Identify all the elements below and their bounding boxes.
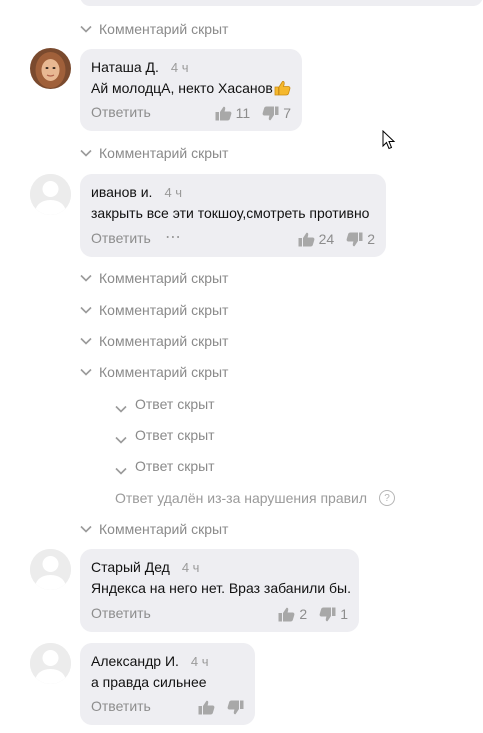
hidden-comment-toggle[interactable]: Комментарий скрыт bbox=[80, 332, 228, 350]
dislike-count: 2 bbox=[367, 231, 375, 247]
thumbs-up-emoji-icon bbox=[274, 81, 291, 96]
chevron-down-icon bbox=[115, 400, 127, 413]
reply-button[interactable]: Ответить bbox=[91, 104, 151, 120]
like-button[interactable] bbox=[198, 700, 215, 715]
thumbs-down-icon bbox=[262, 106, 279, 120]
like-count: 11 bbox=[235, 105, 251, 121]
hidden-comment-label: Комментарий скрыт bbox=[99, 270, 229, 286]
dislike-button[interactable] bbox=[227, 700, 244, 715]
hidden-reply-label: Ответ скрыт bbox=[135, 427, 215, 443]
more-options-icon[interactable]: ⋯ bbox=[165, 227, 182, 247]
avatar[interactable] bbox=[30, 643, 71, 684]
thumbs-up-icon bbox=[278, 607, 295, 621]
chevron-down-icon bbox=[80, 149, 92, 157]
dislike-count: 7 bbox=[283, 105, 291, 121]
previous-comment-bubble bbox=[80, 0, 483, 6]
comment-bubble: иванов и. 4 ч закрыть все эти токшоу,смо… bbox=[80, 174, 386, 257]
chevron-down-icon bbox=[80, 337, 92, 345]
chevron-down-icon bbox=[80, 368, 92, 376]
hidden-comment-toggle[interactable]: Комментарий скрыт bbox=[80, 20, 228, 38]
chevron-down-icon bbox=[115, 431, 127, 444]
comment-time: 4 ч bbox=[164, 185, 183, 200]
thumbs-up-icon bbox=[198, 700, 215, 715]
thumbs-down-icon bbox=[227, 700, 244, 715]
hidden-comment-label: Комментарий скрыт bbox=[99, 21, 229, 37]
vote-controls bbox=[198, 700, 244, 715]
hidden-comment-label: Комментарий скрыт bbox=[99, 333, 229, 349]
avatar[interactable] bbox=[30, 174, 71, 215]
hidden-comment-label: Комментарий скрыт bbox=[99, 521, 229, 537]
comment-author[interactable]: Старый Дед bbox=[91, 559, 170, 575]
dislike-button[interactable]: 1 bbox=[319, 606, 348, 622]
deleted-reply-label: Ответ удалён из-за нарушения правил bbox=[115, 490, 368, 506]
like-button[interactable]: 2 bbox=[278, 606, 307, 622]
default-avatar-icon bbox=[30, 643, 71, 684]
vote-controls: 11 7 bbox=[215, 105, 291, 121]
reply-button[interactable]: Ответить bbox=[91, 698, 151, 714]
comment-time: 4 ч bbox=[181, 560, 200, 575]
help-icon[interactable]: ? bbox=[379, 490, 396, 506]
comment-text: закрыть все эти токшоу,смотреть противно bbox=[91, 205, 370, 221]
hidden-reply-toggle[interactable]: Ответ скрыт bbox=[115, 426, 215, 444]
thumbs-down-icon bbox=[346, 232, 363, 246]
hidden-comment-toggle[interactable]: Комментарий скрыт bbox=[80, 301, 228, 319]
hidden-reply-toggle[interactable]: Ответ скрыт bbox=[115, 395, 215, 413]
hidden-comment-label: Комментарий скрыт bbox=[99, 364, 229, 380]
comment-text: Ай молодцА, некто Хасанов bbox=[91, 80, 291, 96]
deleted-reply-notice: Ответ удалён из-за нарушения правил ? bbox=[115, 489, 396, 507]
comment-text: а правда сильнее bbox=[91, 674, 207, 690]
comment-text: Яндекса на него нет. Враз забанили бы. bbox=[91, 580, 351, 596]
hidden-comment-label: Комментарий скрыт bbox=[99, 145, 229, 161]
like-button[interactable]: 11 bbox=[215, 105, 251, 121]
reply-button[interactable]: Ответить bbox=[91, 605, 151, 621]
comment-time: 4 ч bbox=[190, 654, 209, 669]
comment-author[interactable]: Александр И. bbox=[91, 653, 179, 669]
hidden-comment-toggle[interactable]: Комментарий скрыт bbox=[80, 144, 228, 162]
hidden-comment-toggle[interactable]: Комментарий скрыт bbox=[80, 520, 228, 538]
chevron-down-icon bbox=[80, 25, 92, 33]
hidden-reply-toggle[interactable]: Ответ скрыт bbox=[115, 457, 215, 475]
hidden-reply-label: Ответ скрыт bbox=[135, 458, 215, 474]
reply-button[interactable]: Ответить bbox=[91, 230, 151, 246]
user-photo-icon bbox=[30, 48, 71, 89]
vote-controls: 2 1 bbox=[278, 606, 348, 622]
dislike-button[interactable]: 7 bbox=[262, 105, 291, 121]
thumbs-up-icon bbox=[298, 232, 315, 246]
chevron-down-icon bbox=[80, 306, 92, 314]
like-button[interactable]: 24 bbox=[298, 231, 335, 247]
thumbs-down-icon bbox=[319, 607, 336, 621]
comment-time: 4 ч bbox=[170, 60, 189, 75]
hidden-comment-label: Комментарий скрыт bbox=[99, 302, 229, 318]
vote-controls: 24 2 bbox=[298, 231, 375, 247]
default-avatar-icon bbox=[30, 549, 71, 590]
comment-bubble: Александр И. 4 ч а правда сильнее Ответи… bbox=[80, 643, 255, 725]
hidden-comment-toggle[interactable]: Комментарий скрыт bbox=[80, 363, 228, 381]
dislike-button[interactable]: 2 bbox=[346, 231, 375, 247]
avatar[interactable] bbox=[30, 48, 71, 89]
like-count: 2 bbox=[299, 606, 308, 622]
chevron-down-icon bbox=[80, 274, 92, 282]
default-avatar-icon bbox=[30, 174, 71, 215]
comment-bubble: Старый Дед 4 ч Яндекса на него нет. Враз… bbox=[80, 549, 359, 632]
chevron-down-icon bbox=[80, 525, 92, 533]
comment-author[interactable]: Наташа Д. bbox=[91, 59, 159, 75]
comment-author[interactable]: иванов и. bbox=[91, 184, 152, 200]
thumbs-up-icon bbox=[215, 106, 232, 120]
avatar[interactable] bbox=[30, 549, 71, 590]
hidden-comment-toggle[interactable]: Комментарий скрыт bbox=[80, 269, 228, 287]
hidden-reply-label: Ответ скрыт bbox=[135, 396, 215, 412]
like-count: 24 bbox=[318, 231, 335, 247]
dislike-count: 1 bbox=[340, 606, 348, 622]
mouse-cursor-icon bbox=[382, 130, 396, 150]
comment-bubble: Наташа Д. 4 ч Ай молодцА, некто Хасанов … bbox=[80, 49, 302, 131]
chevron-down-icon bbox=[115, 462, 127, 475]
